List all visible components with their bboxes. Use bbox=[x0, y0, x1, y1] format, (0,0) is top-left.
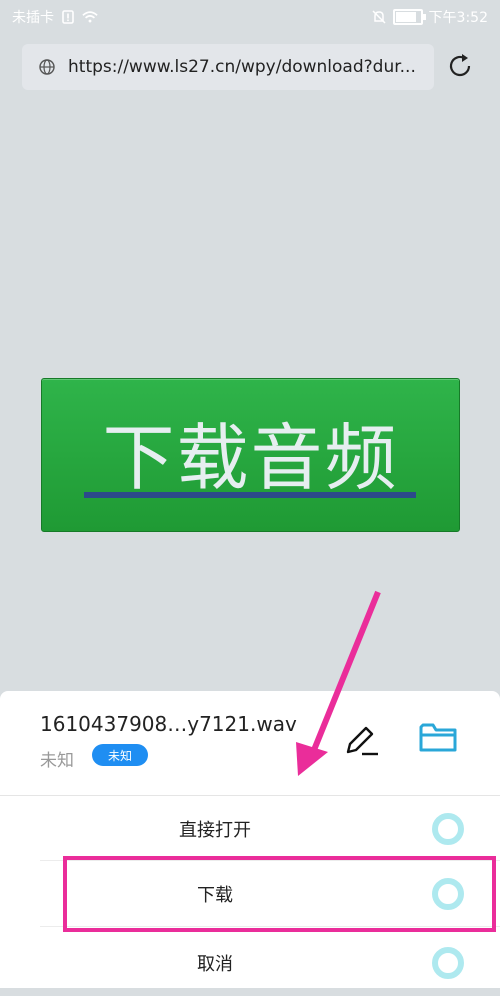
status-right: 下午3:52 bbox=[371, 7, 488, 27]
folder-icon[interactable] bbox=[418, 720, 458, 754]
globe-icon bbox=[39, 59, 55, 75]
banner-underline bbox=[84, 492, 416, 498]
file-name: 1610437908…y7121.wav bbox=[40, 712, 297, 736]
option-cancel-label: 取消 bbox=[197, 954, 233, 975]
download-audio-label: 下载音频 bbox=[102, 415, 399, 500]
highlight-box bbox=[63, 856, 496, 932]
option-cancel[interactable]: 取消 bbox=[40, 930, 500, 996]
download-audio-button[interactable]: 下载音频 bbox=[41, 378, 460, 532]
radio-open-directly[interactable] bbox=[432, 813, 464, 845]
option-open-directly[interactable]: 直接打开 bbox=[40, 796, 500, 862]
sim-alert-icon bbox=[60, 9, 76, 25]
status-left: 未插卡 bbox=[12, 7, 98, 27]
pointer-arrow-icon bbox=[296, 590, 381, 776]
url-text[interactable]: https://www.ls27.cn/wpy/download?dur... bbox=[68, 57, 428, 77]
carrier-text: 未插卡 bbox=[12, 10, 54, 26]
clock-text: 下午3:52 bbox=[428, 10, 488, 26]
file-size: 未知 bbox=[40, 751, 74, 771]
radio-cancel[interactable] bbox=[432, 947, 464, 979]
address-bar[interactable]: https://www.ls27.cn/wpy/download?dur... bbox=[22, 44, 434, 90]
bell-off-icon bbox=[371, 9, 387, 25]
wifi-icon bbox=[82, 9, 98, 25]
option-open-directly-label: 直接打开 bbox=[179, 820, 251, 841]
battery-icon bbox=[392, 9, 426, 25]
file-type-badge: 未知 bbox=[92, 744, 149, 766]
refresh-icon[interactable] bbox=[446, 52, 474, 80]
status-bar: 未插卡 下午3:52 bbox=[0, 0, 500, 34]
